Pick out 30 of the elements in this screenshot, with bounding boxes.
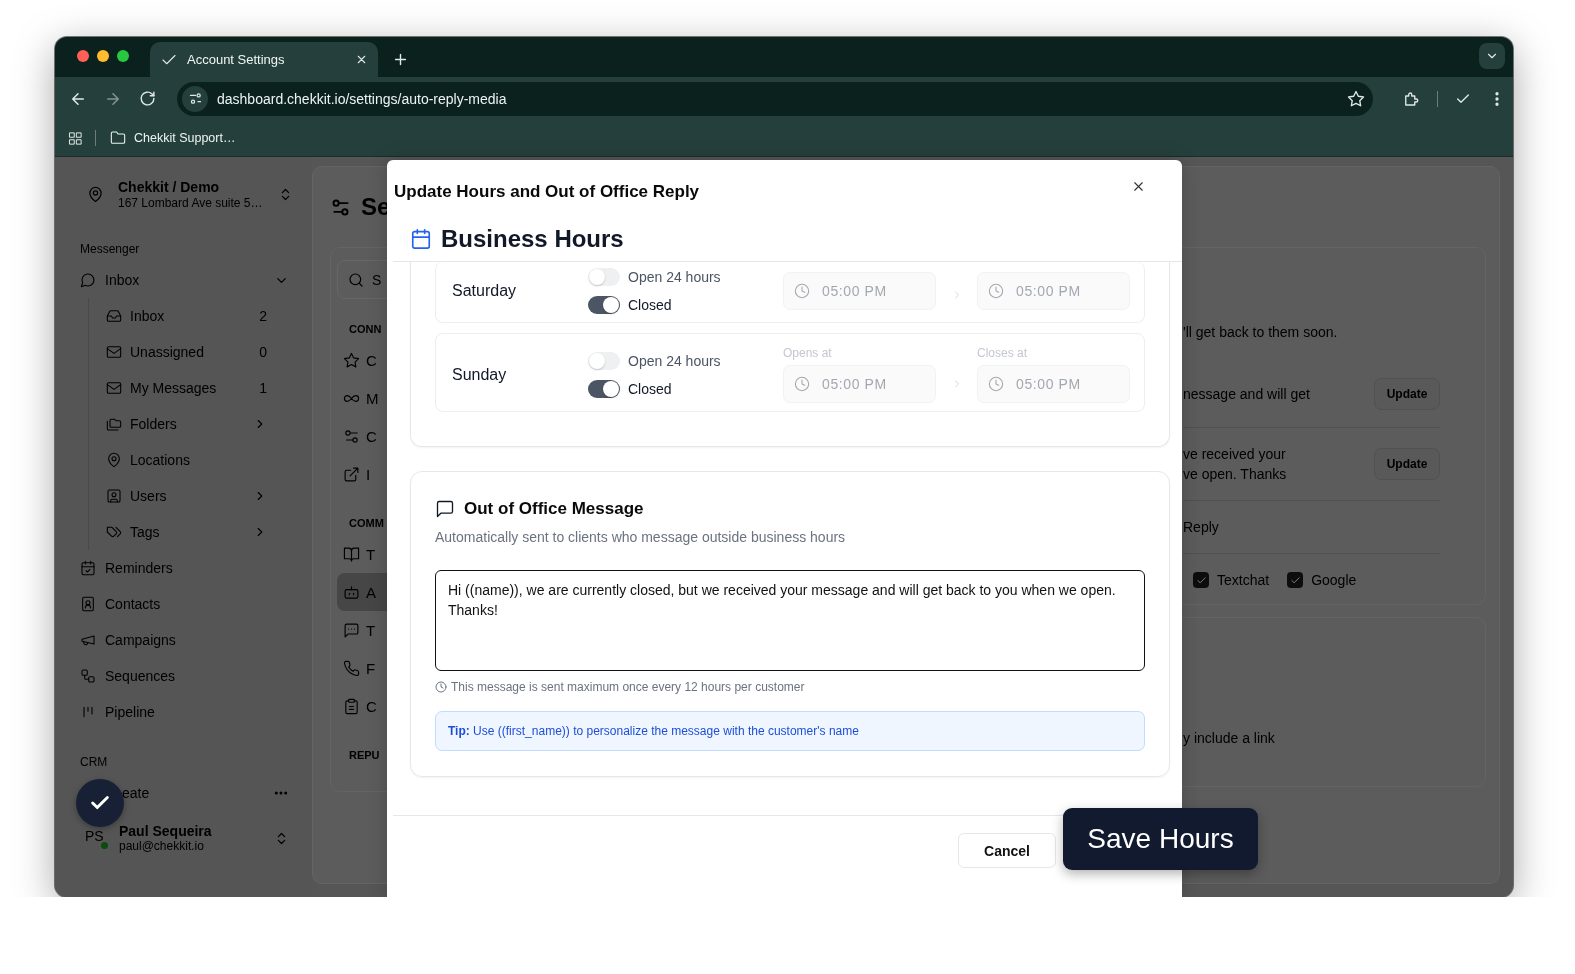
user-name: Paul Sequeira: [119, 823, 213, 839]
setting-text: y include a link: [1183, 730, 1275, 746]
toggle-label: Open 24 hours: [628, 352, 721, 369]
field-label: Closes at: [977, 346, 1029, 360]
tip-text: Tip: Use ((first_name)) to personalize the message with the customer's name: [435, 711, 1145, 751]
group-label: COMM: [348, 517, 385, 529]
hint-text: This message is sent maximum once every 12 hours per customer: [451, 680, 805, 694]
checkbox-label: Google: [1311, 572, 1357, 588]
toggle-label: Closed: [628, 297, 672, 313]
checkbox-label: Textchat: [1217, 572, 1270, 588]
day-name: Saturday: [452, 282, 518, 300]
section-label: Messenger: [79, 242, 141, 256]
field-label: Opens at: [783, 346, 833, 360]
section-title: Out of Office Message: [464, 499, 644, 519]
setting-text: Reply: [1183, 518, 1220, 537]
group-label: CONN: [348, 323, 383, 335]
section-label: CRM: [79, 755, 109, 769]
setting-text: 'll get back to them soon.: [1183, 323, 1339, 342]
setting-text: nessage and will get: [1183, 384, 1311, 404]
day-name: Sunday: [452, 365, 508, 384]
dialog-title: Update Hours and Out of Office Reply: [394, 182, 701, 202]
location-name: Chekkit / Demo: [118, 179, 221, 195]
setting-text: ve received your ve open. Thanks: [1183, 445, 1288, 484]
group-label: REPU: [348, 749, 381, 761]
toggle-label: Open 24 hours: [628, 269, 721, 285]
user-email: paul@chekkit.io: [119, 839, 205, 853]
section-title: Business Hours: [441, 225, 624, 253]
location-address: 167 Lombard Ave suite 5…: [118, 196, 264, 210]
section-description: Automatically sent to clients who message outside business hours: [435, 529, 847, 545]
toggle-label: Closed: [628, 380, 672, 397]
